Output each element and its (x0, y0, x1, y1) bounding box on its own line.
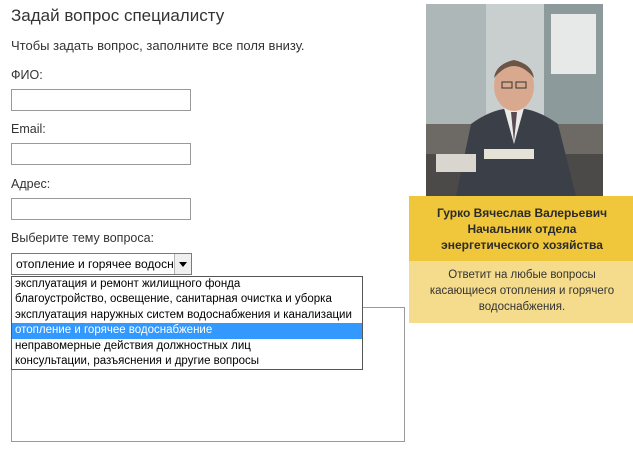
topic-selected-value: отопление и горячее водоснабжение (16, 257, 174, 271)
email-label: Email: (11, 122, 46, 136)
specialist-description-card: Ответит на любые вопросы касающиеся отоп… (409, 261, 633, 323)
topic-select[interactable]: отопление и горячее водоснабжение (11, 253, 192, 275)
form-intro: Чтобы задать вопрос, заполните все поля … (11, 38, 305, 53)
dropdown-arrow-button[interactable] (174, 254, 191, 274)
topic-dropdown-list: эксплуатация и ремонт жилищного фонда бл… (11, 276, 363, 370)
specialist-desc-line1: Ответит на любые вопросы (448, 269, 596, 281)
chevron-down-icon (179, 262, 187, 267)
topic-option-selected[interactable]: отопление и горячее водоснабжение (12, 323, 362, 339)
specialist-name-card: Гурко Вячеслав Валерьевич Начальник отде… (409, 196, 633, 261)
specialist-position-line1: Начальник отдела (467, 222, 577, 236)
specialist-desc-line2: касающиеся отопления и горячего (429, 285, 615, 297)
topic-option[interactable]: эксплуатация наружных систем водоснабжен… (12, 308, 362, 323)
topic-option[interactable]: эксплуатация и ремонт жилищного фонда (12, 277, 362, 292)
portrait-image (426, 4, 603, 196)
specialist-name: Гурко Вячеслав Валерьевич (436, 206, 608, 220)
email-input[interactable] (11, 143, 191, 165)
address-input[interactable] (11, 198, 191, 220)
address-label: Адрес: (11, 177, 51, 191)
fio-input[interactable] (11, 89, 191, 111)
topic-option[interactable]: благоустройство, освещение, санитарная о… (12, 292, 362, 307)
topic-label: Выберите тему вопроса: (11, 231, 155, 245)
fio-label: ФИО: (11, 68, 43, 82)
topic-option[interactable]: консультации, разъяснения и другие вопро… (12, 354, 362, 369)
topic-option[interactable]: неправомерные действия должностных лиц (12, 339, 362, 354)
specialist-desc-line3: водоснабжения. (478, 301, 566, 313)
specialist-position-line2: энергетического хозяйства (441, 238, 603, 252)
form-title: Задай вопрос специалисту (11, 6, 225, 25)
specialist-photo (426, 4, 603, 196)
